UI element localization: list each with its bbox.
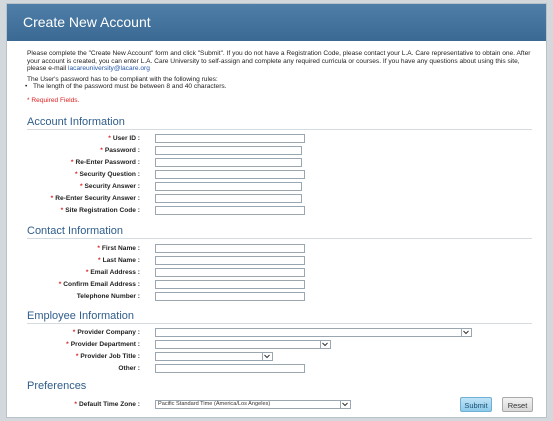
other-label: Other :: [118, 365, 140, 372]
confirm-email-input[interactable]: [155, 280, 305, 289]
password-row: * Password :: [7, 146, 546, 157]
password-rule: The length of the password must be betwe…: [25, 83, 537, 91]
provider-department-select[interactable]: [155, 340, 331, 349]
provider-job-title-select[interactable]: [155, 352, 273, 361]
section-divider: [27, 129, 532, 130]
required-marker: *: [74, 401, 77, 408]
window-title: Create New Account: [23, 14, 151, 30]
chevron-down-icon: [461, 329, 470, 336]
security-answer-label: Security Answer :: [84, 183, 140, 190]
confirm-email-label: Confirm Email Address :: [63, 281, 140, 288]
chevron-down-icon: [320, 341, 329, 348]
telephone-row: Telephone Number :: [7, 292, 546, 303]
account-section-heading: Account Information: [27, 116, 125, 128]
section-divider: [27, 238, 532, 239]
default-timezone-select[interactable]: Pacific Standard Time (America/Los Angel…: [155, 400, 351, 409]
site-registration-code-input[interactable]: [155, 206, 305, 215]
reenter-password-input[interactable]: [155, 158, 302, 167]
intro-block: Please complete the "Create New Account"…: [25, 50, 537, 105]
provider-company-label: Provider Company :: [77, 329, 140, 336]
required-marker: *: [50, 195, 54, 202]
chevron-down-icon: [340, 401, 349, 408]
password-input[interactable]: [155, 146, 302, 155]
required-marker: *: [60, 207, 64, 214]
contact-section-heading: Contact Information: [27, 225, 123, 237]
security-answer-row: * Security Answer :: [7, 182, 546, 193]
provider-job-title-label: Provider Job Title :: [80, 353, 140, 360]
security-question-row: * Security Question :: [7, 170, 546, 181]
security-answer-input[interactable]: [155, 182, 302, 191]
provider-company-row: * Provider Company :: [7, 328, 546, 339]
provider-company-select[interactable]: [155, 328, 472, 337]
user-id-row: * User ID :: [7, 134, 546, 145]
provider-department-row: * Provider Department :: [7, 340, 546, 351]
required-marker: *: [100, 147, 103, 154]
provider-job-title-row: * Provider Job Title :: [7, 352, 546, 363]
required-marker: *: [97, 245, 100, 252]
security-question-input[interactable]: [155, 170, 305, 179]
required-marker: *: [66, 341, 69, 348]
provider-department-label: Provider Department :: [70, 341, 140, 348]
chevron-down-icon: [262, 353, 271, 360]
required-marker: *: [85, 269, 89, 276]
dialog-window: Create New Account Please complete the "…: [6, 3, 547, 418]
required-fields-note: * Required Fields.: [27, 96, 80, 104]
last-name-input[interactable]: [155, 256, 305, 265]
user-id-label: User ID :: [112, 135, 140, 142]
title-bar: Create New Account: [7, 4, 546, 41]
reenter-password-label: Re-Enter Password :: [75, 159, 141, 166]
reenter-password-row: * Re-Enter Password :: [7, 158, 546, 169]
preferences-section-heading: Preferences: [27, 380, 87, 392]
intro-text: Please complete the "Create New Account"…: [27, 50, 537, 73]
required-marker: *: [74, 171, 78, 178]
reenter-security-answer-label: Re-Enter Security Answer :: [55, 195, 140, 202]
first-name-input[interactable]: [155, 244, 305, 253]
other-input[interactable]: [155, 364, 305, 373]
site-registration-code-row: * Site Registration Code :: [7, 206, 546, 217]
first-name-row: * First Name :: [7, 244, 546, 255]
security-question-label: Security Question :: [79, 171, 140, 178]
required-marker: *: [70, 159, 74, 166]
default-timezone-value: Pacific Standard Time (America/Los Angel…: [158, 401, 271, 407]
required-marker: *: [98, 257, 101, 264]
required-marker: *: [75, 353, 79, 360]
email-address-row: * Email Address :: [7, 268, 546, 279]
other-row: Other :: [7, 364, 546, 375]
required-marker: *: [58, 281, 62, 288]
user-id-input[interactable]: [155, 134, 305, 143]
reenter-security-answer-input[interactable]: [155, 194, 302, 203]
reset-button[interactable]: Reset: [502, 397, 533, 412]
required-marker: *: [72, 329, 76, 336]
telephone-input[interactable]: [155, 292, 305, 301]
first-name-label: First Name :: [101, 245, 140, 252]
reenter-security-answer-row: * Re-Enter Security Answer :: [7, 194, 546, 205]
required-marker: *: [108, 135, 111, 142]
default-timezone-label: Default Time Zone :: [78, 401, 140, 408]
last-name-row: * Last Name :: [7, 256, 546, 267]
telephone-label: Telephone Number :: [76, 293, 140, 300]
confirm-email-row: * Confirm Email Address :: [7, 280, 546, 291]
email-address-label: Email Address :: [90, 269, 140, 276]
email-address-input[interactable]: [155, 268, 305, 277]
employee-section-heading: Employee Information: [27, 310, 134, 322]
submit-button[interactable]: Submit: [460, 397, 492, 412]
site-registration-code-label: Site Registration Code :: [65, 207, 140, 214]
password-label: Password :: [104, 147, 140, 154]
support-email-link[interactable]: lacareuniversity@lacare.org: [68, 65, 150, 72]
required-marker: *: [79, 183, 83, 190]
section-divider: [27, 323, 532, 324]
last-name-label: Last Name :: [102, 257, 140, 264]
password-rules-heading: The User's password has to be compliant …: [27, 75, 218, 83]
